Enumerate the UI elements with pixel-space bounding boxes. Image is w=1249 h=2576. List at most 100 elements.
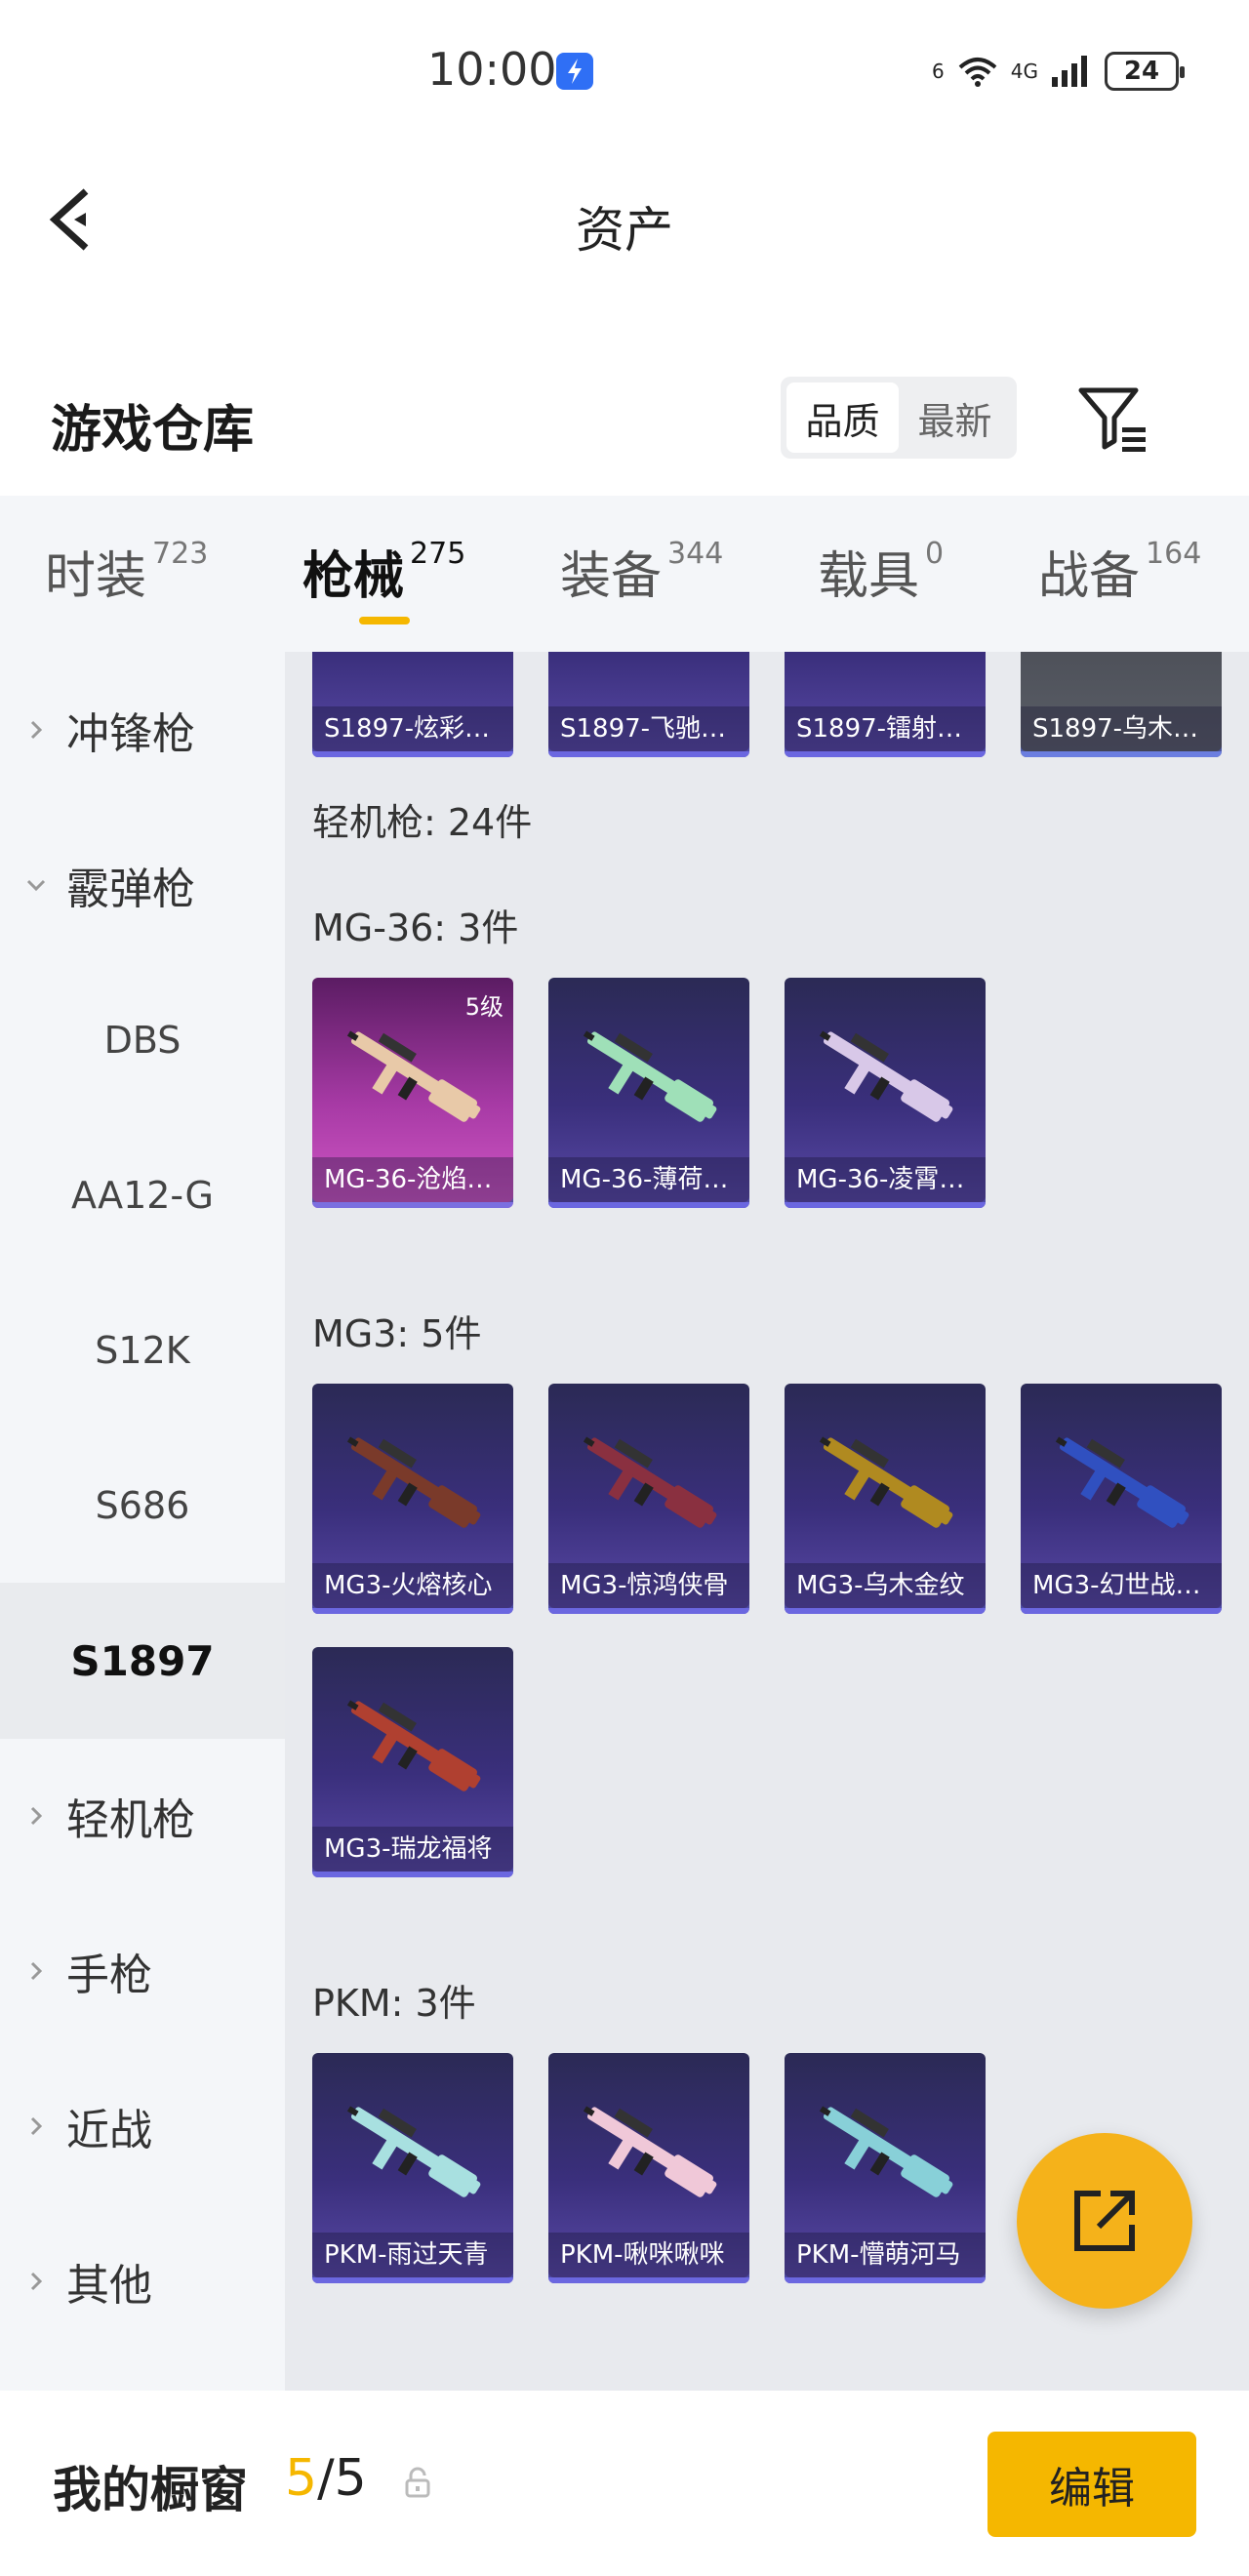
sidebar-item-label: DBS [103,1019,181,1062]
weapon-name: MG-36-沧焰… [312,1157,513,1202]
weapon-image [346,1700,481,1791]
showcase-used: 5 [285,2449,318,2508]
weapon-card[interactable]: PKM-懵萌河马 [785,2053,986,2283]
app-notification-icon [556,53,593,90]
weapon-group-title: DP-28: 6件 [312,2379,507,2391]
chevron-right-icon [30,720,43,740]
tab-count: 275 [410,537,466,571]
chevron-right-icon [30,2116,43,2136]
sidebar-item-3[interactable]: AA12-G [0,1117,285,1273]
sidebar-item-8[interactable]: 手枪 [0,1893,285,2049]
level-badge: 5级 [464,993,504,1021]
battery-level: 24 [1123,57,1160,86]
showcase-count: 5/5 [285,2449,367,2508]
sidebar-item-label: 其他 [66,2261,152,2311]
sidebar-item-7[interactable]: 轻机枪 [0,1738,285,1894]
weapon-name: MG3-火熔核心 [312,1563,513,1608]
sidebar-item-label: 手枪 [66,1951,152,2000]
weapon-group-title: MG3: 5件 [312,1312,482,1355]
tab-count: 0 [925,537,945,571]
weapon-name: PKM-啾咪啾咪 [548,2233,749,2277]
weapon-name: MG3-乌木金纹 [785,1563,986,1608]
sidebar-item-5[interactable]: S686 [0,1428,285,1584]
filter-icon [1078,387,1146,452]
page-title: 资产 [576,202,673,259]
weapon-card[interactable]: S1897-飞驰… [548,652,749,757]
tab-vehicles[interactable]: 载具 0 [818,535,944,613]
weapon-card[interactable]: MG3-惊鸿侠骨 [548,1384,749,1614]
app-screen: 10:00 6 4G 24 资产 游戏仓库 品质 最新 时装 723 枪械 27… [0,0,1249,2576]
sidebar-item-0[interactable]: 冲锋枪 [0,652,285,808]
weapon-image [583,1436,717,1528]
sidebar-item-6[interactable]: S1897 [0,1583,285,1739]
weapon-name: MG-36-凌霄… [785,1157,986,1202]
tab-gear[interactable]: 战备 164 [1038,535,1201,613]
filter-button[interactable] [1073,381,1151,459]
weapon-image [819,2106,953,2197]
wifi-icon [958,58,997,87]
sidebar-item-label: 轻机枪 [66,1795,195,1845]
weapon-card[interactable]: 5级 MG-36-沧焰… [312,978,513,1208]
tab-equipment[interactable]: 装备 344 [560,535,723,613]
weapon-image [1055,1436,1189,1528]
weapon-image [583,2106,717,2197]
sidebar-item-2[interactable]: DBS [0,962,285,1118]
weapon-name: S1897-乌木… [1021,706,1222,751]
sidebar-item-label: AA12-G [71,1174,214,1217]
sidebar-item-4[interactable]: S12K [0,1272,285,1429]
sort-latest-option[interactable]: 最新 [899,382,1011,453]
weapon-card[interactable]: MG3-火熔核心 [312,1384,513,1614]
weapon-name: S1897-镭射… [785,706,986,751]
weapon-name: PKM-懵萌河马 [785,2233,986,2277]
tab-count: 723 [152,537,209,571]
chevron-right-icon [30,1961,43,1981]
tab-count: 164 [1146,537,1202,571]
weapon-card[interactable]: S1897-乌木… [1021,652,1222,757]
weapon-card[interactable]: S1897-镭射… [785,652,986,757]
tab-label: 装备 [560,547,663,606]
section-title: 游戏仓库 [51,401,255,460]
sidebar-item-label: 冲锋枪 [66,709,195,759]
edit-button[interactable]: 编辑 [987,2432,1196,2537]
sidebar-item-label: 霰弹枪 [66,865,195,914]
lock-icon [405,2467,430,2498]
tab-label: 时装 [45,547,147,606]
sort-quality-option[interactable]: 品质 [786,382,899,453]
weapon-image [819,1436,953,1528]
weapon-card[interactable]: S1897-炫彩… [312,652,513,757]
showcase-total: 5 [334,2449,367,2508]
showcase-label: 我的橱窗 [53,2462,248,2518]
weapon-name: S1897-飞驰… [548,706,749,751]
tab-label: 载具 [818,547,920,606]
share-external-icon [1074,2191,1135,2251]
weapon-card[interactable]: PKM-啾咪啾咪 [548,2053,749,2283]
wifi-label: 6 [932,60,945,83]
sidebar-item-10[interactable]: 其他 [0,2203,285,2359]
share-button[interactable] [1017,2133,1192,2309]
weapon-card[interactable]: PKM-雨过天青 [312,2053,513,2283]
tab-weapons[interactable]: 枪械 275 [302,535,465,613]
showcase-bar: 我的橱窗 5/5 编辑 [0,2393,1249,2576]
chevron-down-icon [26,879,46,892]
weapon-card[interactable]: MG3-幻世战… [1021,1384,1222,1614]
tab-count: 344 [667,537,724,571]
tab-fashion[interactable]: 时装 723 [45,535,208,613]
weapon-image [819,1030,953,1122]
category-count-header: 轻机枪: 24件 [312,801,533,844]
sort-toggle: 品质 最新 [781,377,1017,459]
weapon-image [346,2106,481,2197]
tab-label: 枪械 [302,547,405,606]
sidebar-item-1[interactable]: 霰弹枪 [0,807,285,963]
weapon-card[interactable]: MG-36-薄荷… [548,978,749,1208]
weapon-card[interactable]: MG-36-凌霄… [785,978,986,1208]
weapon-name: MG3-惊鸿侠骨 [548,1563,749,1608]
status-time: 10:00 [427,43,557,96]
weapon-card[interactable]: MG3-乌木金纹 [785,1384,986,1614]
weapon-grid: S1897-炫彩… S1897-飞驰… S1897-镭射… S1897-乌木… 轻机枪:… [285,652,1249,2391]
weapon-name: MG3-瑞龙福将 [312,1827,513,1872]
weapon-card[interactable]: MG3-瑞龙福将 [312,1647,513,1877]
weapon-group-title: PKM: 3件 [312,1982,476,2025]
sidebar-item-9[interactable]: 近战 [0,2048,285,2204]
status-indicators: 6 4G 24 [932,47,1185,96]
status-bar: 10:00 6 4G 24 [0,0,1249,146]
